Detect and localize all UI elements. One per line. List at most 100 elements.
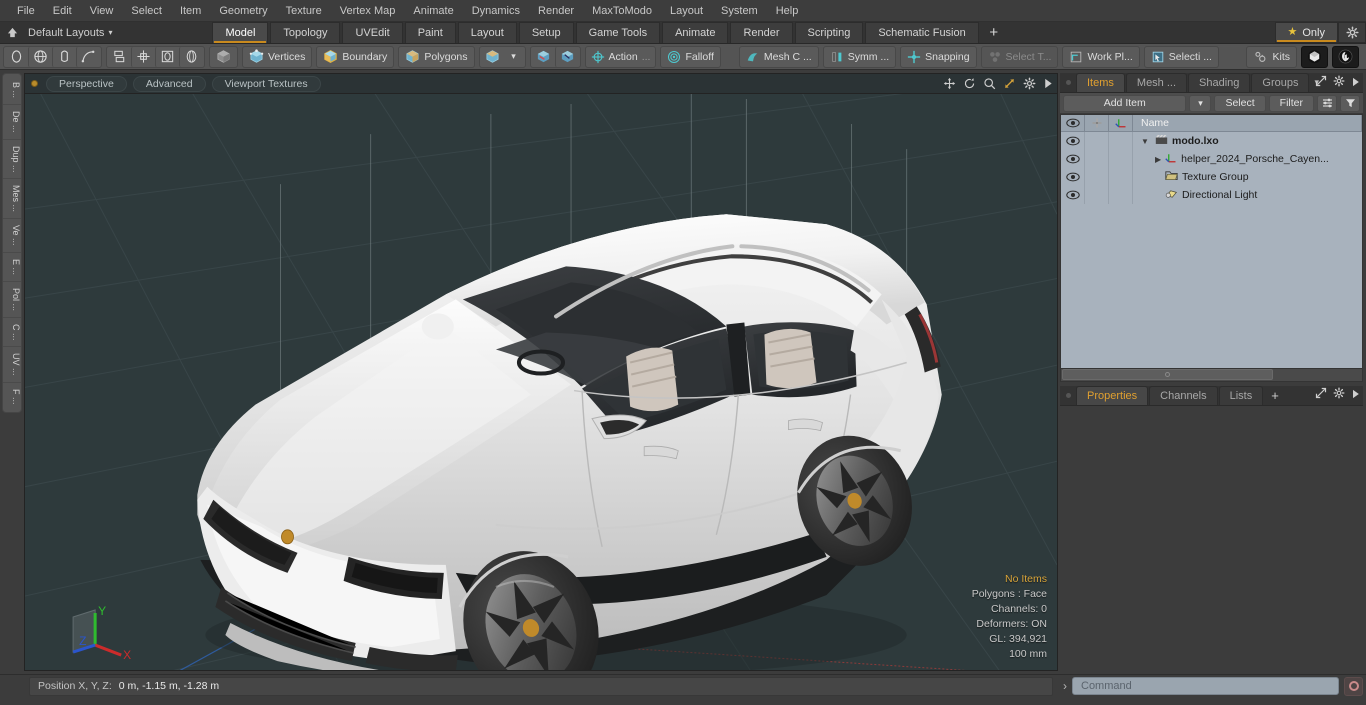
tab-channels[interactable]: Channels <box>1149 385 1218 405</box>
only-toggle-button[interactable]: ★ Only <box>1274 22 1338 43</box>
tab-animate[interactable]: Animate <box>662 22 729 43</box>
row-visibility-toggle[interactable] <box>1061 168 1085 186</box>
menu-item-item[interactable]: Item <box>171 2 210 20</box>
menu-item-geometry[interactable]: Geometry <box>210 2 276 20</box>
fit-icon[interactable] <box>1003 77 1016 90</box>
left-tab-deform[interactable]: De ... <box>3 105 21 140</box>
home-icon[interactable] <box>0 22 24 43</box>
left-tab-fusion[interactable]: F ... <box>3 383 21 411</box>
snapping-button[interactable]: Snapping <box>900 45 977 68</box>
left-tab-duplicate[interactable]: Dup ... <box>3 140 21 180</box>
tab-mesh[interactable]: Mesh ... <box>1125 73 1188 92</box>
items-horizontal-scrollbar[interactable] <box>1061 367 1362 381</box>
expand-icon[interactable] <box>1315 386 1327 404</box>
expand-icon[interactable] <box>1315 74 1327 92</box>
tab-groups[interactable]: Groups <box>1251 73 1310 92</box>
select-through-icon[interactable] <box>532 47 555 67</box>
gear-icon[interactable] <box>1333 74 1345 92</box>
gear-icon[interactable] <box>1333 386 1345 404</box>
mesh-constraint-button[interactable]: Mesh C ... <box>738 45 819 68</box>
left-tab-vertex[interactable]: Ve ... <box>3 219 21 253</box>
table-row[interactable]: ▼ modo.lxo <box>1061 132 1362 150</box>
rotate-icon[interactable] <box>963 77 976 90</box>
symmetry-button[interactable]: Symm ... <box>822 45 897 68</box>
row-lock-cell[interactable] <box>1085 150 1109 168</box>
play-arrow-icon[interactable] <box>1351 386 1360 404</box>
record-icon[interactable] <box>1344 676 1363 696</box>
left-tab-mesh[interactable]: Mes ... <box>3 179 21 220</box>
row-visibility-toggle[interactable] <box>1061 150 1085 168</box>
menu-item-animate[interactable]: Animate <box>404 2 462 20</box>
scrollbar-thumb[interactable] <box>1062 369 1273 380</box>
command-input[interactable]: Command <box>1072 677 1339 695</box>
row-lock-cell[interactable] <box>1085 186 1109 204</box>
tab-items[interactable]: Items <box>1076 73 1125 92</box>
action-center-button[interactable]: Action ... <box>587 47 655 67</box>
add-panel-tab-button[interactable]: + <box>1264 386 1286 405</box>
kits-button[interactable]: Kits <box>1246 45 1297 68</box>
left-tab-curve[interactable]: C ... <box>3 318 21 348</box>
tab-layout[interactable]: Layout <box>457 22 517 43</box>
menu-item-file[interactable]: File <box>8 2 44 20</box>
left-tab-polygon[interactable]: Pol ... <box>3 282 21 318</box>
play-arrow-icon[interactable] <box>1351 74 1360 92</box>
selection-set-button[interactable]: Selecti ... <box>1143 45 1219 68</box>
tab-shading[interactable]: Shading <box>1188 73 1251 92</box>
unreal-logo-icon[interactable] <box>1332 45 1359 68</box>
menu-item-render[interactable]: Render <box>529 2 583 20</box>
add-item-chevron-down-icon[interactable]: ▾ <box>1189 94 1212 112</box>
left-tab-basic[interactable]: B ... <box>3 76 21 106</box>
properties-panel-body[interactable] <box>1060 405 1363 671</box>
curve-icon[interactable] <box>76 46 100 67</box>
modo-logo-icon[interactable] <box>1301 45 1328 68</box>
left-tab-edge[interactable]: E ... <box>3 253 21 282</box>
row-lock-cell[interactable] <box>1085 132 1109 150</box>
funnel-icon[interactable] <box>1340 94 1360 112</box>
row-transform-cell[interactable] <box>1109 132 1133 150</box>
tab-model[interactable]: Model <box>212 22 269 43</box>
falloff-button[interactable]: Falloff <box>660 45 721 68</box>
tab-properties[interactable]: Properties <box>1076 385 1149 405</box>
row-name-cell[interactable]: ▼ modo.lxo <box>1133 134 1362 148</box>
menu-item-view[interactable]: View <box>81 2 123 20</box>
lock-icon[interactable] <box>1085 115 1109 131</box>
select-through-tool-button[interactable]: Select T... <box>980 45 1059 68</box>
row-visibility-toggle[interactable] <box>1061 132 1085 150</box>
menu-item-layout[interactable]: Layout <box>661 2 712 20</box>
viewport-shading-dropdown[interactable]: Advanced <box>132 75 206 92</box>
menu-item-dynamics[interactable]: Dynamics <box>463 2 529 20</box>
selection-mode-polygons[interactable]: Polygons <box>398 45 475 68</box>
row-transform-cell[interactable] <box>1109 168 1133 186</box>
row-visibility-toggle[interactable] <box>1061 186 1085 204</box>
square-icon[interactable] <box>155 46 179 67</box>
move-icon[interactable] <box>943 77 956 90</box>
stack-icon[interactable] <box>108 47 131 67</box>
table-row[interactable]: Texture Group <box>1061 168 1362 186</box>
tree-disclosure-triangle-icon[interactable]: ▼ <box>1139 137 1151 146</box>
tab-lists[interactable]: Lists <box>1218 385 1264 405</box>
menu-item-system[interactable]: System <box>712 2 767 20</box>
tab-scripting[interactable]: Scripting <box>794 22 864 43</box>
globe-icon[interactable] <box>28 46 52 67</box>
tree-expand-triangle-icon[interactable]: ▶ <box>1155 155 1161 164</box>
zoom-icon[interactable] <box>983 77 996 90</box>
selection-mode-boundary[interactable]: Boundary <box>316 45 395 68</box>
row-transform-cell[interactable] <box>1109 186 1133 204</box>
eye-icon[interactable] <box>1061 115 1085 131</box>
viewport-projection-dropdown[interactable]: Perspective <box>46 75 127 92</box>
axis-icon[interactable] <box>1109 115 1133 131</box>
items-table-empty-space[interactable] <box>1061 204 1362 368</box>
play-arrow-icon[interactable] <box>1043 78 1053 89</box>
tab-schematic-fusion[interactable]: Schematic Fusion <box>865 22 979 43</box>
select-backface-icon[interactable] <box>554 46 579 67</box>
items-tree-table[interactable]: Name ▼ modo.lxo ▶ helper_2024_Porsche_Ca… <box>1060 114 1363 382</box>
table-row[interactable]: ▶ helper_2024_Porsche_Cayen... <box>1061 150 1362 168</box>
table-row[interactable]: Directional Light <box>1061 186 1362 204</box>
viewport-textures-dropdown[interactable]: Viewport Textures <box>211 75 321 92</box>
chevron-down-icon[interactable]: ▾ <box>504 47 524 67</box>
align-icon[interactable] <box>131 46 155 67</box>
left-tab-uv[interactable]: UV ... <box>3 347 21 383</box>
menu-item-help[interactable]: Help <box>767 2 808 20</box>
menu-item-maxtomodo[interactable]: MaxToModo <box>583 2 661 20</box>
row-name-cell[interactable]: Directional Light <box>1133 188 1362 203</box>
